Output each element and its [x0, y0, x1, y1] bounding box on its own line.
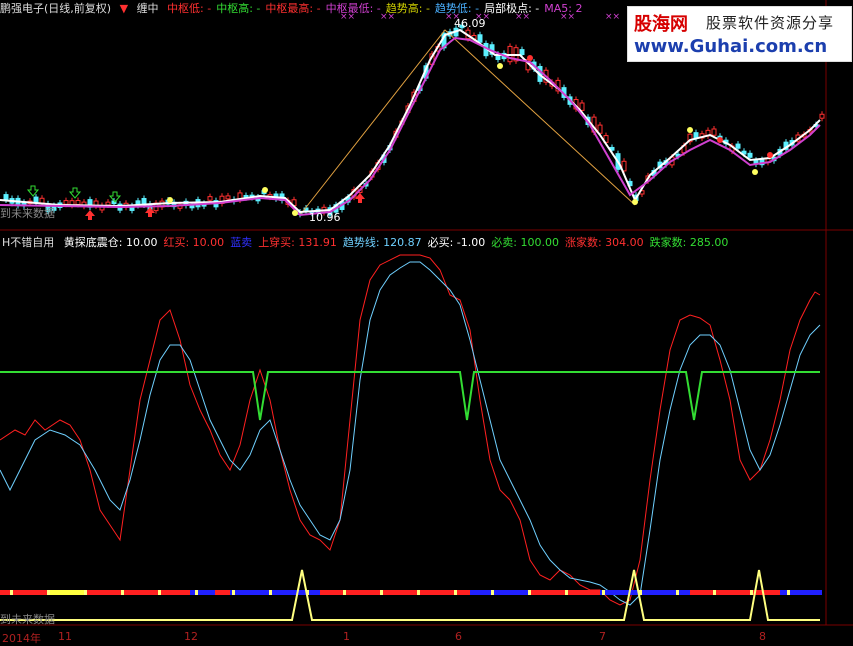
header-indicator-value: 趋势高: -	[385, 2, 430, 15]
stock-name[interactable]: 鹏强电子(日线,前复权)	[0, 2, 111, 15]
color-bar-tick	[232, 590, 235, 595]
color-bar-segment	[215, 590, 230, 595]
cyan-trend-line	[0, 261, 821, 606]
trend-channel-line	[299, 29, 636, 216]
candle	[519, 49, 525, 56]
candle	[735, 143, 741, 149]
axis-month-label: 11	[58, 630, 72, 643]
chan-label: 缠中	[136, 2, 159, 15]
header-indicator-value: 中枢低: -	[167, 2, 212, 15]
header-indicator-value: 中枢最高: -	[265, 2, 321, 15]
logo-url: www.Guhai.com.cn	[634, 36, 828, 57]
indicator-value: 必卖: 100.00	[491, 236, 559, 249]
color-bar-segment	[50, 590, 85, 595]
indicator-value: 上穿买: 131.91	[258, 236, 337, 249]
candle	[225, 195, 231, 200]
axis-month-label: 7	[599, 630, 606, 643]
color-bar-tick	[343, 590, 346, 595]
logo-slogan: 股票软件资源分享	[706, 14, 835, 32]
buy-arrow-icon	[85, 210, 95, 220]
axis-year-label: 2014年	[2, 632, 41, 645]
candle	[711, 128, 717, 136]
svg-text:××: ××	[605, 12, 620, 22]
top-header: 鹏强电子(日线,前复权) ▼ 缠中 中枢低: - 中枢高: - 中枢最高: - 中枢最…	[0, 0, 592, 16]
indicator-name[interactable]: H不错自用	[2, 236, 54, 249]
axis-month-label: 1	[343, 630, 350, 643]
color-bar-segment	[690, 590, 780, 595]
axis-month-label: 8	[759, 630, 766, 643]
indicator-value: 趋势线: 120.87	[342, 236, 422, 249]
color-bar-tick	[269, 590, 272, 595]
indicator-value: 涨家数: 304.00	[564, 236, 644, 249]
header-indicator-value: 趋势低: -	[434, 2, 480, 15]
color-bar-tick	[602, 590, 605, 595]
color-bar-tick	[380, 590, 383, 595]
color-bar-tick	[195, 590, 198, 595]
watermark-logo: 股海网 股票软件资源分享 www.Guhai.com.cn	[627, 6, 852, 62]
candle	[105, 201, 111, 206]
candle	[207, 196, 213, 201]
color-bar-tick	[676, 590, 679, 595]
candle	[75, 200, 81, 205]
color-bar-segment	[470, 590, 530, 595]
color-bar-tick	[565, 590, 568, 595]
header-indicator-value: 中枢最低: -	[325, 2, 381, 15]
color-bar-tick	[121, 590, 124, 595]
axis-month-label: 6	[455, 630, 462, 643]
candle	[477, 34, 483, 43]
ma5-line	[0, 36, 821, 217]
color-bar-tick	[750, 590, 753, 595]
logo-brand: 股海网	[634, 14, 688, 35]
sell-arrow-icon	[68, 187, 82, 199]
color-bar-tick	[787, 590, 790, 595]
color-bar-tick	[47, 590, 50, 595]
color-bar-tick	[454, 590, 457, 595]
candle	[747, 152, 753, 158]
color-bar-segment	[190, 590, 215, 595]
indicator-value: 蓝卖	[230, 236, 253, 249]
indicator-value: 红买: 10.00	[163, 236, 225, 249]
chart-canvas[interactable]: ×××××× ×××××× ×××××× ××××	[0, 0, 853, 646]
indicator-value: 必买: -1.00	[427, 236, 486, 249]
indicator-panel[interactable]	[0, 254, 821, 606]
color-bar-segment	[780, 590, 822, 595]
header-indicator-value: 中枢高: -	[216, 2, 261, 15]
header-indicator-value: 局部极点: -	[484, 2, 540, 15]
color-bar-tick	[491, 590, 494, 595]
signal-color-bar	[0, 590, 822, 595]
candle	[819, 113, 825, 119]
future-data-label-top: 到未来数据	[0, 207, 55, 220]
chan-arrow-icon: ▼	[119, 2, 129, 15]
signal-dots	[167, 55, 773, 216]
axis-month-label: 12	[184, 630, 198, 643]
candle	[3, 194, 9, 201]
color-bar-segment	[85, 590, 190, 595]
candle	[63, 200, 69, 205]
header-indicator-value: MA5: 2	[544, 2, 583, 15]
color-bar-tick	[713, 590, 716, 595]
green-signal-line	[0, 371, 820, 421]
color-bar-tick	[417, 590, 420, 595]
color-bar-tick	[84, 590, 87, 595]
color-bar-segment	[320, 590, 470, 595]
color-bar-tick	[10, 590, 13, 595]
future-data-label-bottom: 到未来数据	[0, 613, 55, 626]
red-oscillator-line	[0, 254, 821, 606]
color-bar-segment	[0, 590, 50, 595]
price-low-label: 10.96	[309, 211, 341, 224]
indicator-value: 跌家数: 285.00	[649, 236, 729, 249]
color-bar-tick	[158, 590, 161, 595]
color-bar-tick	[528, 590, 531, 595]
price-high-label: 46.09	[454, 17, 486, 30]
indicator-header: H不错自用 黄探底震仓: 10.00 红买: 10.00 蓝卖 上穿买: 131.91…	[2, 234, 740, 250]
indicator-value: 黄探底震仓: 10.00	[63, 236, 158, 249]
